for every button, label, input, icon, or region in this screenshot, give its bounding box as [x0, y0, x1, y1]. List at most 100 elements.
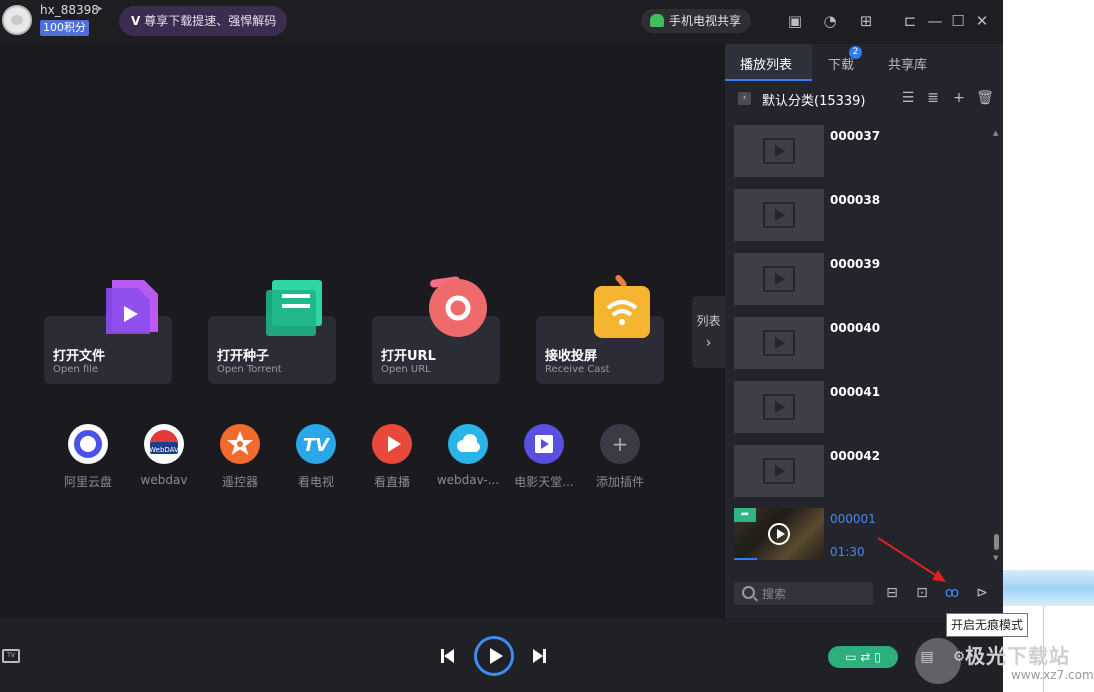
video-thumbnail: [734, 317, 824, 369]
next-icon[interactable]: [533, 649, 547, 663]
tool-label: 电影天堂...: [514, 475, 574, 489]
aliyun-drive-tool[interactable]: 阿里云盘: [53, 424, 123, 490]
list-item[interactable]: 000041: [734, 381, 994, 433]
list-toggle-label: 列表: [696, 314, 721, 328]
list-item[interactable]: 000042: [734, 445, 994, 497]
current-list-item[interactable]: ➦ 000001 01:30: [734, 508, 994, 560]
video-thumbnail: [734, 189, 824, 241]
card-subtitle: Open file: [53, 364, 99, 375]
maximize-icon[interactable]: ☐: [949, 12, 967, 30]
webdav-plugin-tool[interactable]: webdav-...: [433, 424, 503, 487]
star-icon: [220, 424, 260, 464]
tool-label: 看直播: [373, 475, 410, 489]
watermark-url: www.xz7.com: [1011, 668, 1094, 682]
webdav-icon: WebDAV: [144, 424, 184, 464]
scrollbar-thumb[interactable]: [994, 534, 999, 550]
back-arrow-icon[interactable]: ‹: [738, 92, 751, 105]
plus-icon: +: [600, 424, 640, 464]
phone-tv-share-button[interactable]: 手机电视共享: [641, 9, 751, 33]
video-thumbnail: ➦: [734, 508, 824, 560]
close-icon[interactable]: ✕: [973, 12, 991, 30]
vip-promo-button[interactable]: V 尊享下载提速、强悍解码: [119, 6, 287, 36]
incognito-icon[interactable]: ꝏ: [942, 583, 962, 603]
tab-shared-library[interactable]: 共享库: [888, 54, 927, 73]
points-badge: 100积分: [40, 20, 89, 36]
history-icon[interactable]: ⊡: [912, 583, 932, 603]
apps-grid-icon[interactable]: ⊞: [857, 12, 875, 30]
video-thumbnail: [734, 125, 824, 177]
video-thumbnail: [734, 445, 824, 497]
tv-mode-icon[interactable]: TV: [2, 649, 20, 663]
card-title: 接收投屏: [545, 349, 598, 364]
watermark-logo: [915, 638, 961, 684]
aliyun-drive-icon: [68, 424, 108, 464]
film-icon: [763, 394, 795, 420]
svg-text:TV: TV: [303, 435, 331, 456]
list-item[interactable]: 000037: [734, 125, 994, 177]
list-item[interactable]: 000038: [734, 189, 994, 241]
watermark: 极光下载站 www.xz7.com: [915, 634, 1094, 692]
movie-heaven-tool[interactable]: 电影天堂...: [509, 424, 579, 490]
svg-text:WebDAV: WebDAV: [149, 446, 179, 454]
tool-label: webdav-...: [436, 473, 500, 487]
film-icon: [763, 266, 795, 292]
bell-icon[interactable]: ◔: [821, 12, 839, 30]
tool-label: 遥控器: [221, 475, 258, 489]
tool-label: 阿里云盘: [63, 475, 112, 489]
username[interactable]: hx_88398: [40, 3, 99, 17]
list-item[interactable]: 000039: [734, 253, 994, 305]
remote-control-tool[interactable]: 遥控器: [205, 424, 275, 490]
tab-playlist[interactable]: 播放列表: [740, 54, 792, 73]
share-icon: ➦: [734, 508, 756, 522]
add-icon[interactable]: +: [950, 89, 968, 107]
playlist-panel: 播放列表 下载 2 共享库 ‹ 默认分类(15339) ☰ ≣ + 🗑 0000…: [725, 44, 1003, 618]
category-title[interactable]: 默认分类(15339): [762, 90, 866, 109]
tool-label: 看电视: [297, 475, 334, 489]
playlist-play-icon[interactable]: ⊳: [972, 583, 992, 603]
pin-icon[interactable]: ⊏: [901, 12, 919, 30]
list-toggle-button[interactable]: 列表 ›: [692, 296, 725, 368]
play-circle-icon: [372, 424, 412, 464]
minimize-icon[interactable]: —: [926, 12, 944, 30]
avatar[interactable]: [2, 5, 32, 35]
item-name: 000037: [830, 129, 881, 143]
item-name: 000041: [830, 385, 881, 399]
playback-progress: [734, 558, 757, 560]
username-arrow-icon[interactable]: ▸: [98, 4, 103, 14]
film-icon: [763, 330, 795, 356]
cloud-icon: [448, 424, 488, 464]
webdav-tool[interactable]: WebDAV webdav: [129, 424, 199, 487]
url-icon: [429, 276, 487, 337]
add-plugin-tool[interactable]: + 添加插件: [585, 424, 655, 490]
sort-icon[interactable]: ☰: [899, 89, 917, 107]
lock-icon[interactable]: ⊟: [882, 583, 902, 603]
list-item[interactable]: 000040: [734, 317, 994, 369]
gift-icon[interactable]: ▣: [786, 12, 804, 30]
play-button[interactable]: [474, 636, 514, 676]
phone-tv-share-label: 手机电视共享: [669, 14, 742, 28]
cast-icon: [594, 274, 650, 338]
scroll-down-icon[interactable]: ▼: [993, 554, 998, 562]
list-view-icon[interactable]: ≣: [924, 89, 942, 107]
tv-icon: TV: [296, 424, 336, 464]
tool-label: 添加插件: [595, 475, 644, 489]
android-icon: [650, 14, 664, 27]
search-icon: [742, 586, 755, 599]
trash-icon[interactable]: 🗑: [976, 89, 994, 107]
card-subtitle: Open URL: [381, 364, 431, 375]
item-duration: 01:30: [830, 545, 865, 559]
previous-icon[interactable]: [441, 649, 455, 663]
live-tool[interactable]: 看直播: [357, 424, 427, 490]
film-icon: [763, 138, 795, 164]
scroll-up-icon[interactable]: ▲: [993, 129, 998, 137]
chevron-right-icon: ›: [705, 335, 712, 351]
title-bar: hx_88398 ▸ 100积分 V 尊享下载提速、强悍解码 手机电视共享 ▣ ◔…: [0, 0, 1003, 44]
download-count-badge: 2: [849, 46, 862, 59]
item-name: 000040: [830, 321, 881, 335]
item-name: 000039: [830, 257, 881, 271]
watch-tv-tool[interactable]: TV 看电视: [281, 424, 351, 490]
card-title: 打开文件: [53, 349, 106, 364]
card-title: 打开种子: [217, 349, 270, 364]
item-name: 000042: [830, 449, 881, 463]
screen-cast-toggle[interactable]: ▭ ⇄ ▯: [828, 646, 898, 668]
